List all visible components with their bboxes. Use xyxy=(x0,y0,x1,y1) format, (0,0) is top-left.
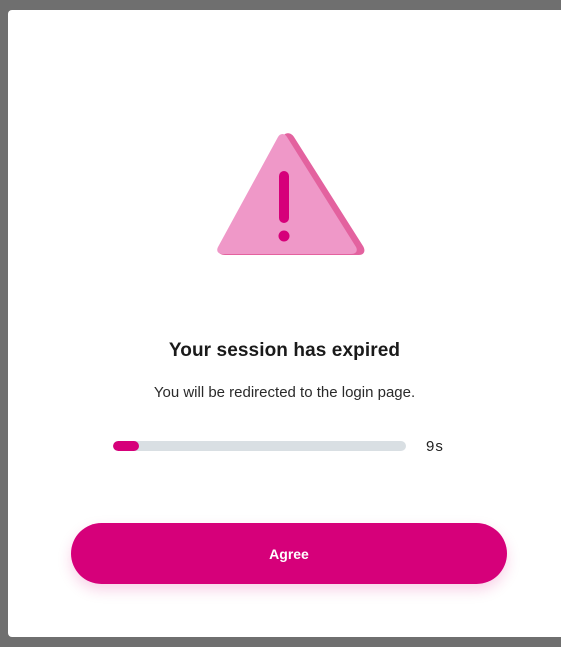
agree-button[interactable]: Agree xyxy=(71,523,507,584)
redirect-progress-fill xyxy=(113,441,140,451)
dialog-title: Your session has expired xyxy=(168,340,401,361)
redirect-progress-bar xyxy=(113,441,406,451)
countdown-timer: 9s xyxy=(426,438,444,455)
dialog-message: You will be redirected to the login page… xyxy=(153,384,416,401)
session-expired-dialog: Your session has expired You will be red… xyxy=(8,10,561,637)
warning-triangle-icon xyxy=(217,133,365,255)
